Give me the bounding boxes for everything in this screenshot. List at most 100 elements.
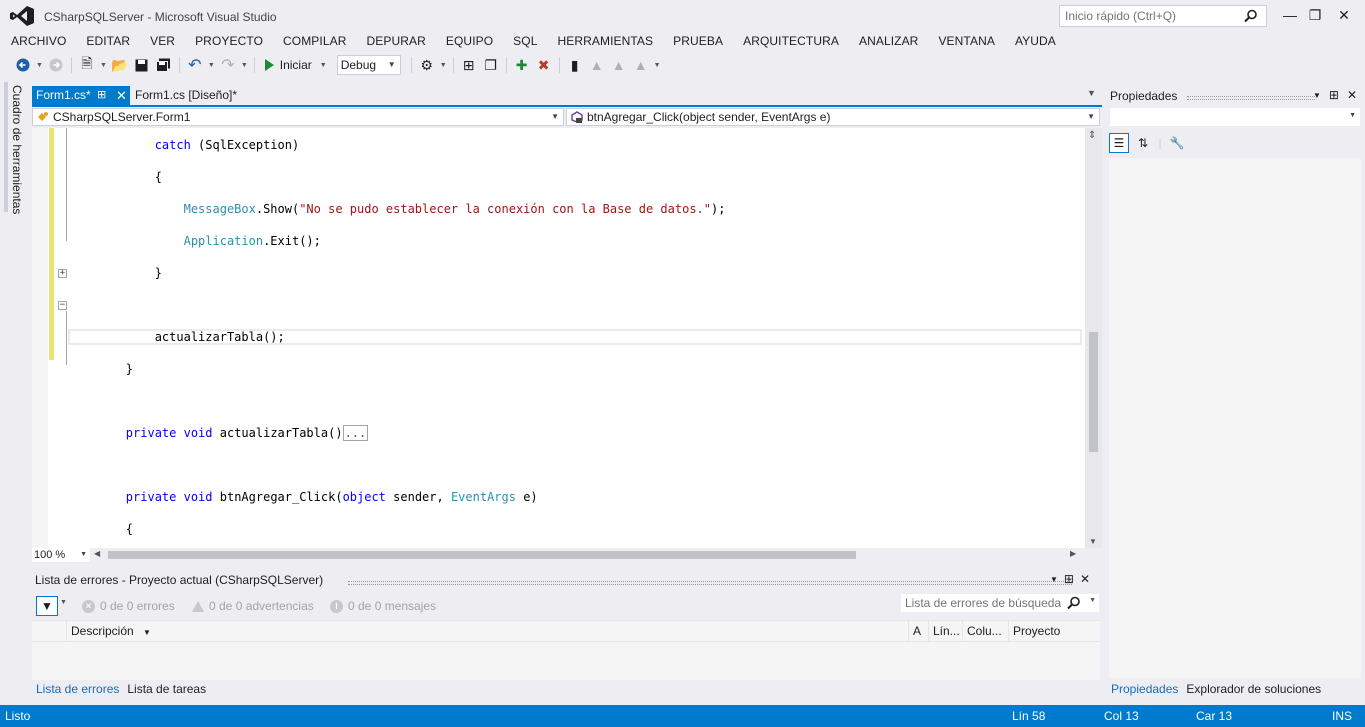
- collapsed-region[interactable]: ...: [342, 425, 369, 441]
- panel-grip[interactable]: [348, 581, 1072, 585]
- class-icon: [38, 112, 48, 121]
- errors-toggle[interactable]: ✕ 0 de 0 errores: [82, 599, 175, 613]
- open-file-icon[interactable]: 📂: [109, 54, 131, 76]
- redo-dropdown-icon[interactable]: ▼: [241, 62, 248, 69]
- solution-configuration-select[interactable]: Debug ▼: [336, 55, 401, 75]
- column-col[interactable]: Colu...: [962, 621, 1008, 641]
- menu-archivo[interactable]: ARCHIVO: [0, 32, 76, 52]
- zoom-select[interactable]: 100 % ▼: [32, 548, 90, 562]
- tab-form1-cs[interactable]: Form1.cs* ⊞ ✕: [32, 86, 130, 105]
- messages-toggle[interactable]: i 0 de 0 mensajes: [330, 599, 436, 613]
- tabs-overflow-icon[interactable]: ▼: [1087, 88, 1096, 98]
- categorized-icon[interactable]: ☰: [1109, 133, 1129, 153]
- error-search-input[interactable]: [901, 594, 1069, 612]
- search-icon[interactable]: [1244, 9, 1258, 23]
- filter-icon[interactable]: ▼: [36, 596, 58, 616]
- close-panel-icon[interactable]: ✕: [1347, 88, 1357, 104]
- undo-icon[interactable]: ↶: [184, 54, 206, 76]
- find-in-files-icon[interactable]: ⚙: [416, 54, 438, 76]
- property-pages-icon[interactable]: 🔧: [1167, 133, 1187, 153]
- tab-task-list[interactable]: Lista de tareas: [123, 681, 210, 701]
- pin-icon[interactable]: ⊞: [1329, 88, 1339, 104]
- column-line[interactable]: Lín...: [928, 621, 962, 641]
- panel-menu-icon[interactable]: ▼: [1313, 88, 1321, 104]
- menu-editar[interactable]: EDITAR: [76, 32, 140, 52]
- properties-object-select[interactable]: ▼: [1109, 107, 1361, 127]
- close-panel-icon[interactable]: ✕: [1080, 572, 1090, 588]
- tab-solution-explorer[interactable]: Explorador de soluciones: [1182, 681, 1325, 701]
- code-text[interactable]: catch (SqlException) { MessageBox.Show("…: [68, 128, 726, 548]
- menu-herramientas[interactable]: HERRAMIENTAS: [547, 32, 663, 52]
- menu-compilar[interactable]: COMPILAR: [273, 32, 356, 52]
- expand-outline-icon[interactable]: +: [58, 269, 67, 278]
- menu-prueba[interactable]: PRUEBA: [663, 32, 733, 52]
- tab-properties[interactable]: Propiedades: [1107, 681, 1182, 701]
- split-editor-icon[interactable]: ⇕: [1088, 130, 1096, 141]
- column-description[interactable]: Descripción ▼: [66, 621, 908, 641]
- panel-grip[interactable]: [1187, 96, 1315, 100]
- search-icon[interactable]: [1067, 596, 1081, 610]
- undo-dropdown-icon[interactable]: ▼: [208, 62, 215, 69]
- member-dropdown[interactable]: btnAgregar_Click(object sender, EventArg…: [566, 108, 1100, 126]
- tab-form1-design[interactable]: Form1.cs [Diseño]*: [131, 86, 271, 105]
- pin-icon[interactable]: ⊞: [1064, 572, 1074, 588]
- start-debugging-button[interactable]: Iniciar ▼: [259, 54, 335, 76]
- column-file[interactable]: A: [908, 621, 928, 641]
- scroll-right-icon[interactable]: ▶: [1070, 549, 1076, 558]
- clear-bookmarks-icon[interactable]: ▲: [630, 54, 652, 76]
- column-project[interactable]: Proyecto: [1008, 621, 1100, 641]
- close-tab-icon[interactable]: ✕: [116, 86, 127, 105]
- menu-analizar[interactable]: ANALIZAR: [849, 32, 928, 52]
- error-search-box[interactable]: ▼: [900, 593, 1100, 613]
- close-window-button[interactable]: ✕: [1329, 4, 1359, 26]
- toolbox-strip[interactable]: Cuadro de herramientas: [0, 82, 24, 217]
- panel-menu-icon[interactable]: ▼: [1050, 572, 1058, 588]
- horizontal-scrollbar-thumb[interactable]: [108, 551, 856, 559]
- menu-ver[interactable]: VER: [140, 32, 185, 52]
- alphabetical-icon[interactable]: ⇅: [1133, 133, 1153, 153]
- quick-launch-input[interactable]: [1060, 6, 1240, 26]
- next-bookmark-icon[interactable]: ▲: [608, 54, 630, 76]
- chevron-down-icon[interactable]: ▼: [1089, 597, 1096, 604]
- restore-button[interactable]: ❐: [1300, 4, 1330, 26]
- scrollbar-thumb[interactable]: [1089, 332, 1098, 452]
- menu-proyecto[interactable]: PROYECTO: [185, 32, 273, 52]
- filter-dropdown-icon[interactable]: ▼: [60, 599, 67, 606]
- save-all-icon[interactable]: [153, 54, 175, 76]
- save-icon[interactable]: [131, 54, 153, 76]
- code-editor[interactable]: + − catch (SqlException) { MessageBox.Sh…: [32, 128, 1085, 548]
- toolbar-overflow-icon[interactable]: ▼: [654, 62, 661, 69]
- scroll-left-icon[interactable]: ◀: [94, 549, 100, 558]
- back-dropdown-icon[interactable]: ▼: [36, 62, 43, 69]
- copy-structure-icon[interactable]: ❐: [480, 54, 502, 76]
- hierarchy-icon[interactable]: ⊞: [458, 54, 480, 76]
- class-dropdown[interactable]: CSharpSQLServer.Form1 ▼: [32, 108, 564, 126]
- add-connection-icon[interactable]: ✚: [511, 54, 533, 76]
- collapse-outline-icon[interactable]: −: [58, 301, 67, 310]
- pin-icon[interactable]: ⊞: [97, 86, 106, 105]
- new-dropdown-icon[interactable]: ▼: [100, 62, 107, 69]
- warnings-toggle[interactable]: 0 de 0 advertencias: [192, 599, 314, 613]
- menu-arquitectura[interactable]: ARQUITECTURA: [733, 32, 849, 52]
- new-project-icon[interactable]: 🗎: [76, 54, 98, 76]
- menu-ventana[interactable]: VENTANA: [928, 32, 1005, 52]
- navigate-back-icon[interactable]: [12, 54, 34, 76]
- remove-connection-icon[interactable]: ✖: [533, 54, 555, 76]
- tab-error-list[interactable]: Lista de errores: [32, 681, 123, 701]
- redo-icon[interactable]: ↷: [217, 54, 239, 76]
- toolbar-overflow-icon[interactable]: ▼: [440, 62, 447, 69]
- menu-ayuda[interactable]: AYUDA: [1005, 32, 1066, 52]
- menu-equipo[interactable]: EQUIPO: [436, 32, 503, 52]
- bookmark-icon[interactable]: ▮: [564, 54, 586, 76]
- warnings-count: 0 de 0 advertencias: [209, 599, 314, 613]
- scroll-down-icon[interactable]: ▼: [1089, 537, 1097, 546]
- toolbox-label[interactable]: Cuadro de herramientas: [10, 85, 24, 214]
- editor-vertical-scrollbar[interactable]: ⇕ ▼: [1085, 128, 1102, 548]
- start-dropdown-icon[interactable]: ▼: [320, 62, 327, 69]
- quick-launch[interactable]: [1059, 5, 1267, 27]
- navigate-forward-icon[interactable]: [45, 54, 67, 76]
- menu-depurar[interactable]: DEPURAR: [357, 32, 436, 52]
- previous-bookmark-icon[interactable]: ▲: [586, 54, 608, 76]
- menu-sql[interactable]: SQL: [503, 32, 547, 52]
